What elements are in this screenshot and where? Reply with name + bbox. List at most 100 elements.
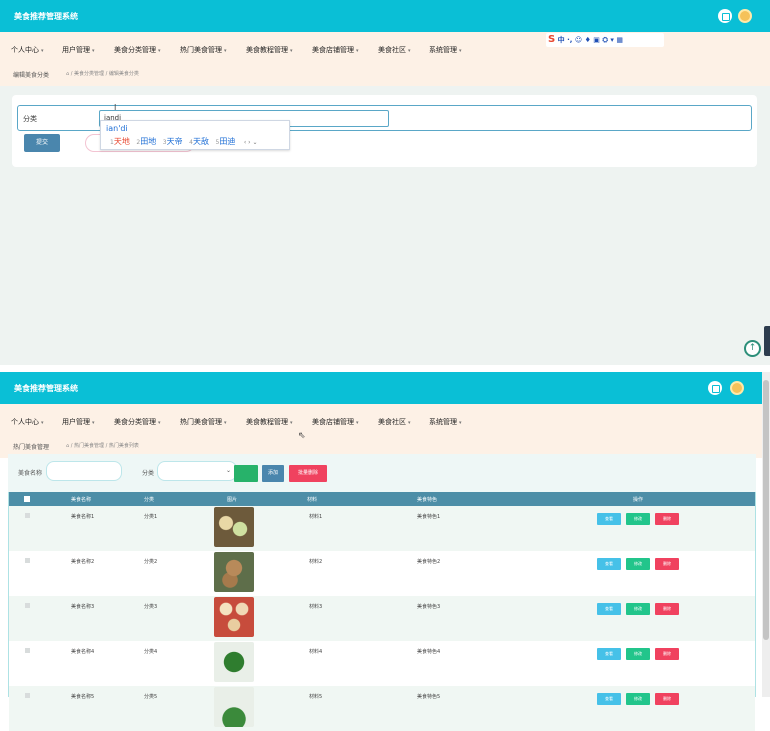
delete-button[interactable]: 删除 [655, 513, 679, 525]
nav-personal-center[interactable]: 个人中心 ▾ [11, 417, 44, 427]
category-label: 分类 [142, 470, 155, 477]
fullscreen-icon[interactable] [708, 381, 722, 395]
view-button[interactable]: 查看 [597, 513, 621, 525]
delete-button[interactable]: 删除 [655, 558, 679, 570]
ime-candidate[interactable]: 田地 [140, 137, 156, 146]
chevron-down-icon: ▾ [290, 48, 293, 54]
main-nav: 个人中心 ▾ 用户管理 ▾ 美食分类管理 ▾ 热门美食管理 ▾ 美食教程管理 ▾ 美食店铺… [0, 404, 762, 438]
ime-page-nav[interactable]: ‹ › ⌄ [244, 139, 258, 146]
food-image[interactable] [214, 642, 254, 682]
delete-button[interactable]: 删除 [655, 648, 679, 660]
food-name-cell: 美食名称3 [71, 604, 95, 610]
ime-toolbar[interactable]: S 中 ·, ☺ ♦ ▣ ⛭ ▾ ▦ [546, 33, 664, 47]
material-cell: 材料4 [309, 649, 323, 655]
chevron-down-icon: ▾ [408, 48, 411, 54]
nav-community[interactable]: 美食社区 ▾ [378, 45, 411, 55]
view-button[interactable]: 查看 [597, 603, 621, 615]
nav-system-management[interactable]: 系统管理 ▾ [429, 45, 462, 55]
table-header: 美食名称 分类 图片 材料 美食特色 操作 [9, 492, 755, 506]
ime-candidate[interactable]: 天帝 [167, 137, 183, 146]
avatar[interactable] [738, 9, 752, 23]
scrollbar-thumb[interactable] [763, 380, 769, 640]
delete-button[interactable]: 删除 [655, 693, 679, 705]
nav-user-management[interactable]: 用户管理 ▾ [62, 45, 95, 55]
ime-candidate[interactable]: 天地 [114, 137, 130, 146]
material-cell: 材料1 [309, 514, 323, 520]
chevron-down-icon: ▾ [459, 420, 462, 426]
nav-hot-food-management[interactable]: 热门美食管理 ▾ [180, 417, 227, 427]
text-cursor-icon: I [114, 103, 117, 112]
ime-candidate[interactable]: 天敌 [193, 137, 209, 146]
breadcrumb-path[interactable]: ⌂ / 美食分类管理 / 编辑美食分类 [66, 70, 139, 77]
chevron-down-icon: ⌄ [225, 467, 231, 474]
hot-food-table: 美食名称 分类 图片 材料 美食特色 操作 美食名称1 分类1 材料1 美食特色1 查看… [8, 492, 756, 731]
select-all-checkbox[interactable] [24, 496, 30, 502]
row-checkbox[interactable] [25, 558, 30, 563]
nav-user-management[interactable]: 用户管理 ▾ [62, 417, 95, 427]
edit-button[interactable]: 修改 [626, 693, 650, 705]
food-name-label: 美食名称 [18, 470, 43, 477]
row-checkbox[interactable] [25, 648, 30, 653]
top-header: 美食推荐管理系统 [0, 0, 770, 32]
breadcrumb-path[interactable]: ⌂ / 热门美食管理 / 热门美食列表 [66, 442, 139, 449]
chevron-down-icon: ▾ [224, 48, 227, 54]
ime-toolbar-icons: 中 ·, ☺ ♦ ▣ ⛭ ▾ ▦ [557, 36, 623, 44]
nav-system-management[interactable]: 系统管理 ▾ [429, 417, 462, 427]
material-cell: 材料3 [309, 604, 323, 610]
row-checkbox[interactable] [25, 693, 30, 698]
row-checkbox[interactable] [25, 513, 30, 518]
back-to-top-icon[interactable]: ↑ [744, 340, 761, 357]
view-button[interactable]: 查看 [597, 558, 621, 570]
row-checkbox[interactable] [25, 603, 30, 608]
nav-community[interactable]: 美食社区 ▾ [378, 417, 411, 427]
view-button[interactable]: 查看 [597, 693, 621, 705]
edit-button[interactable]: 修改 [626, 558, 650, 570]
column-header[interactable]: 美食特色 [417, 496, 437, 503]
food-image[interactable] [214, 552, 254, 592]
column-header[interactable]: 美食名称 [71, 496, 91, 503]
feature-cell: 美食特色1 [417, 514, 441, 520]
nav-tutorial-management[interactable]: 美食教程管理 ▾ [246, 45, 293, 55]
food-image[interactable] [214, 597, 254, 637]
edit-button[interactable]: 修改 [626, 513, 650, 525]
ime-candidate[interactable]: 田迪 [219, 137, 235, 146]
feature-cell: 美食特色2 [417, 559, 441, 565]
nav-shop-management[interactable]: 美食店铺管理 ▾ [312, 45, 359, 55]
delete-button[interactable]: 删除 [655, 603, 679, 615]
breadcrumb: 编辑美食分类 ⌂ / 美食分类管理 / 编辑美食分类 [0, 66, 770, 86]
nav-personal-center[interactable]: 个人中心 ▾ [11, 45, 44, 55]
category-select[interactable]: ⌄ [157, 461, 237, 481]
edit-button[interactable]: 修改 [626, 603, 650, 615]
food-name-cell: 美食名称2 [71, 559, 95, 565]
nav-category-management[interactable]: 美食分类管理 ▾ [114, 45, 161, 55]
column-header[interactable]: 分类 [144, 496, 154, 503]
table-row: 美食名称1 分类1 材料1 美食特色1 查看 修改 删除 [9, 506, 755, 551]
nav-hot-food-management[interactable]: 热门美食管理 ▾ [180, 45, 227, 55]
view-button[interactable]: 查看 [597, 648, 621, 660]
food-name-input[interactable] [46, 461, 122, 481]
edit-category-window: 美食推荐管理系统 个人中心 ▾ 用户管理 ▾ 美食分类管理 ▾ 热门美食管理 ▾ 美食教… [0, 0, 770, 365]
feature-cell: 美食特色4 [417, 649, 441, 655]
chevron-down-icon: ▾ [92, 420, 95, 426]
chevron-down-icon: ▾ [158, 420, 161, 426]
nav-tutorial-management[interactable]: 美食教程管理 ▾ [246, 417, 293, 427]
column-header[interactable]: 材料 [307, 496, 317, 503]
edit-button[interactable]: 修改 [626, 648, 650, 660]
search-button[interactable] [234, 465, 258, 482]
ime-candidate-popup[interactable]: ian'di 1天地 2田地 3天帝 4天敌 5田迪 ‹ › ⌄ [100, 120, 290, 150]
app-title: 美食推荐管理系统 [14, 12, 78, 21]
chevron-down-icon: ▾ [41, 420, 44, 426]
side-tab[interactable] [764, 326, 770, 356]
add-button[interactable]: 添加 [262, 465, 284, 482]
vertical-scrollbar[interactable] [762, 372, 770, 697]
nav-category-management[interactable]: 美食分类管理 ▾ [114, 417, 161, 427]
material-cell: 材料2 [309, 559, 323, 565]
food-image[interactable] [214, 687, 254, 727]
batch-delete-button[interactable]: 批量删除 [289, 465, 327, 482]
avatar[interactable] [730, 381, 744, 395]
fullscreen-icon[interactable] [718, 9, 732, 23]
submit-button[interactable]: 提交 [24, 134, 60, 152]
top-header: 美食推荐管理系统 [0, 372, 762, 404]
food-image[interactable] [214, 507, 254, 547]
nav-shop-management[interactable]: 美食店铺管理 ▾ [312, 417, 359, 427]
